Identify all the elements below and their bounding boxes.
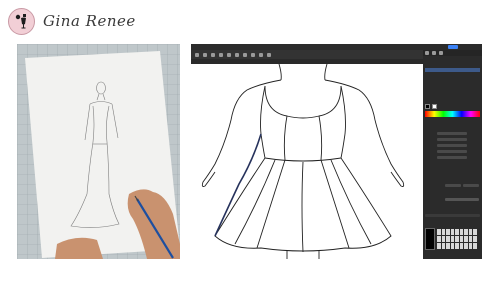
layer-item[interactable] [425, 68, 480, 72]
drawing-app-window [191, 44, 482, 259]
swatches-tab-icon[interactable] [439, 51, 443, 55]
toolbar [191, 50, 423, 59]
tool-icon[interactable] [211, 52, 215, 57]
brand-name: Gina Renee [43, 12, 136, 30]
control-field[interactable] [437, 144, 467, 147]
sketch-photo [17, 44, 180, 259]
control-field[interactable] [445, 184, 461, 187]
control-field[interactable] [437, 150, 467, 153]
secondary-color-swatch[interactable] [432, 104, 437, 109]
control-field[interactable] [437, 138, 467, 141]
control-field[interactable] [463, 184, 479, 187]
dress-form-icon-graphic [15, 14, 26, 29]
drawing-canvas[interactable] [191, 63, 423, 259]
color-spectrum[interactable] [425, 111, 480, 117]
tool-icon[interactable] [259, 52, 263, 57]
control-field[interactable] [437, 156, 467, 159]
layers-tab-icon[interactable] [425, 51, 429, 55]
tool-icon[interactable] [227, 52, 231, 57]
swatch-palette[interactable] [437, 229, 477, 249]
brushes-tab-icon[interactable] [432, 51, 436, 55]
tool-icon[interactable] [251, 52, 255, 57]
tool-icon[interactable] [203, 52, 207, 57]
tool-icon[interactable] [235, 52, 239, 57]
control-field[interactable] [437, 132, 467, 135]
tool-icon[interactable] [195, 52, 199, 57]
tool-icon[interactable] [267, 52, 271, 57]
primary-color-swatch[interactable] [425, 104, 430, 109]
tool-icon[interactable] [219, 52, 223, 57]
control-field[interactable] [425, 214, 480, 217]
stroke-preview[interactable] [445, 198, 479, 201]
brand-header: Gina Renee [8, 6, 136, 36]
panel-tabs [423, 50, 482, 56]
share-button[interactable] [448, 45, 458, 49]
current-color-box[interactable] [425, 228, 435, 250]
dress-form-icon [8, 7, 35, 35]
tool-icon[interactable] [243, 52, 247, 57]
right-sidebar-panel [423, 50, 482, 259]
